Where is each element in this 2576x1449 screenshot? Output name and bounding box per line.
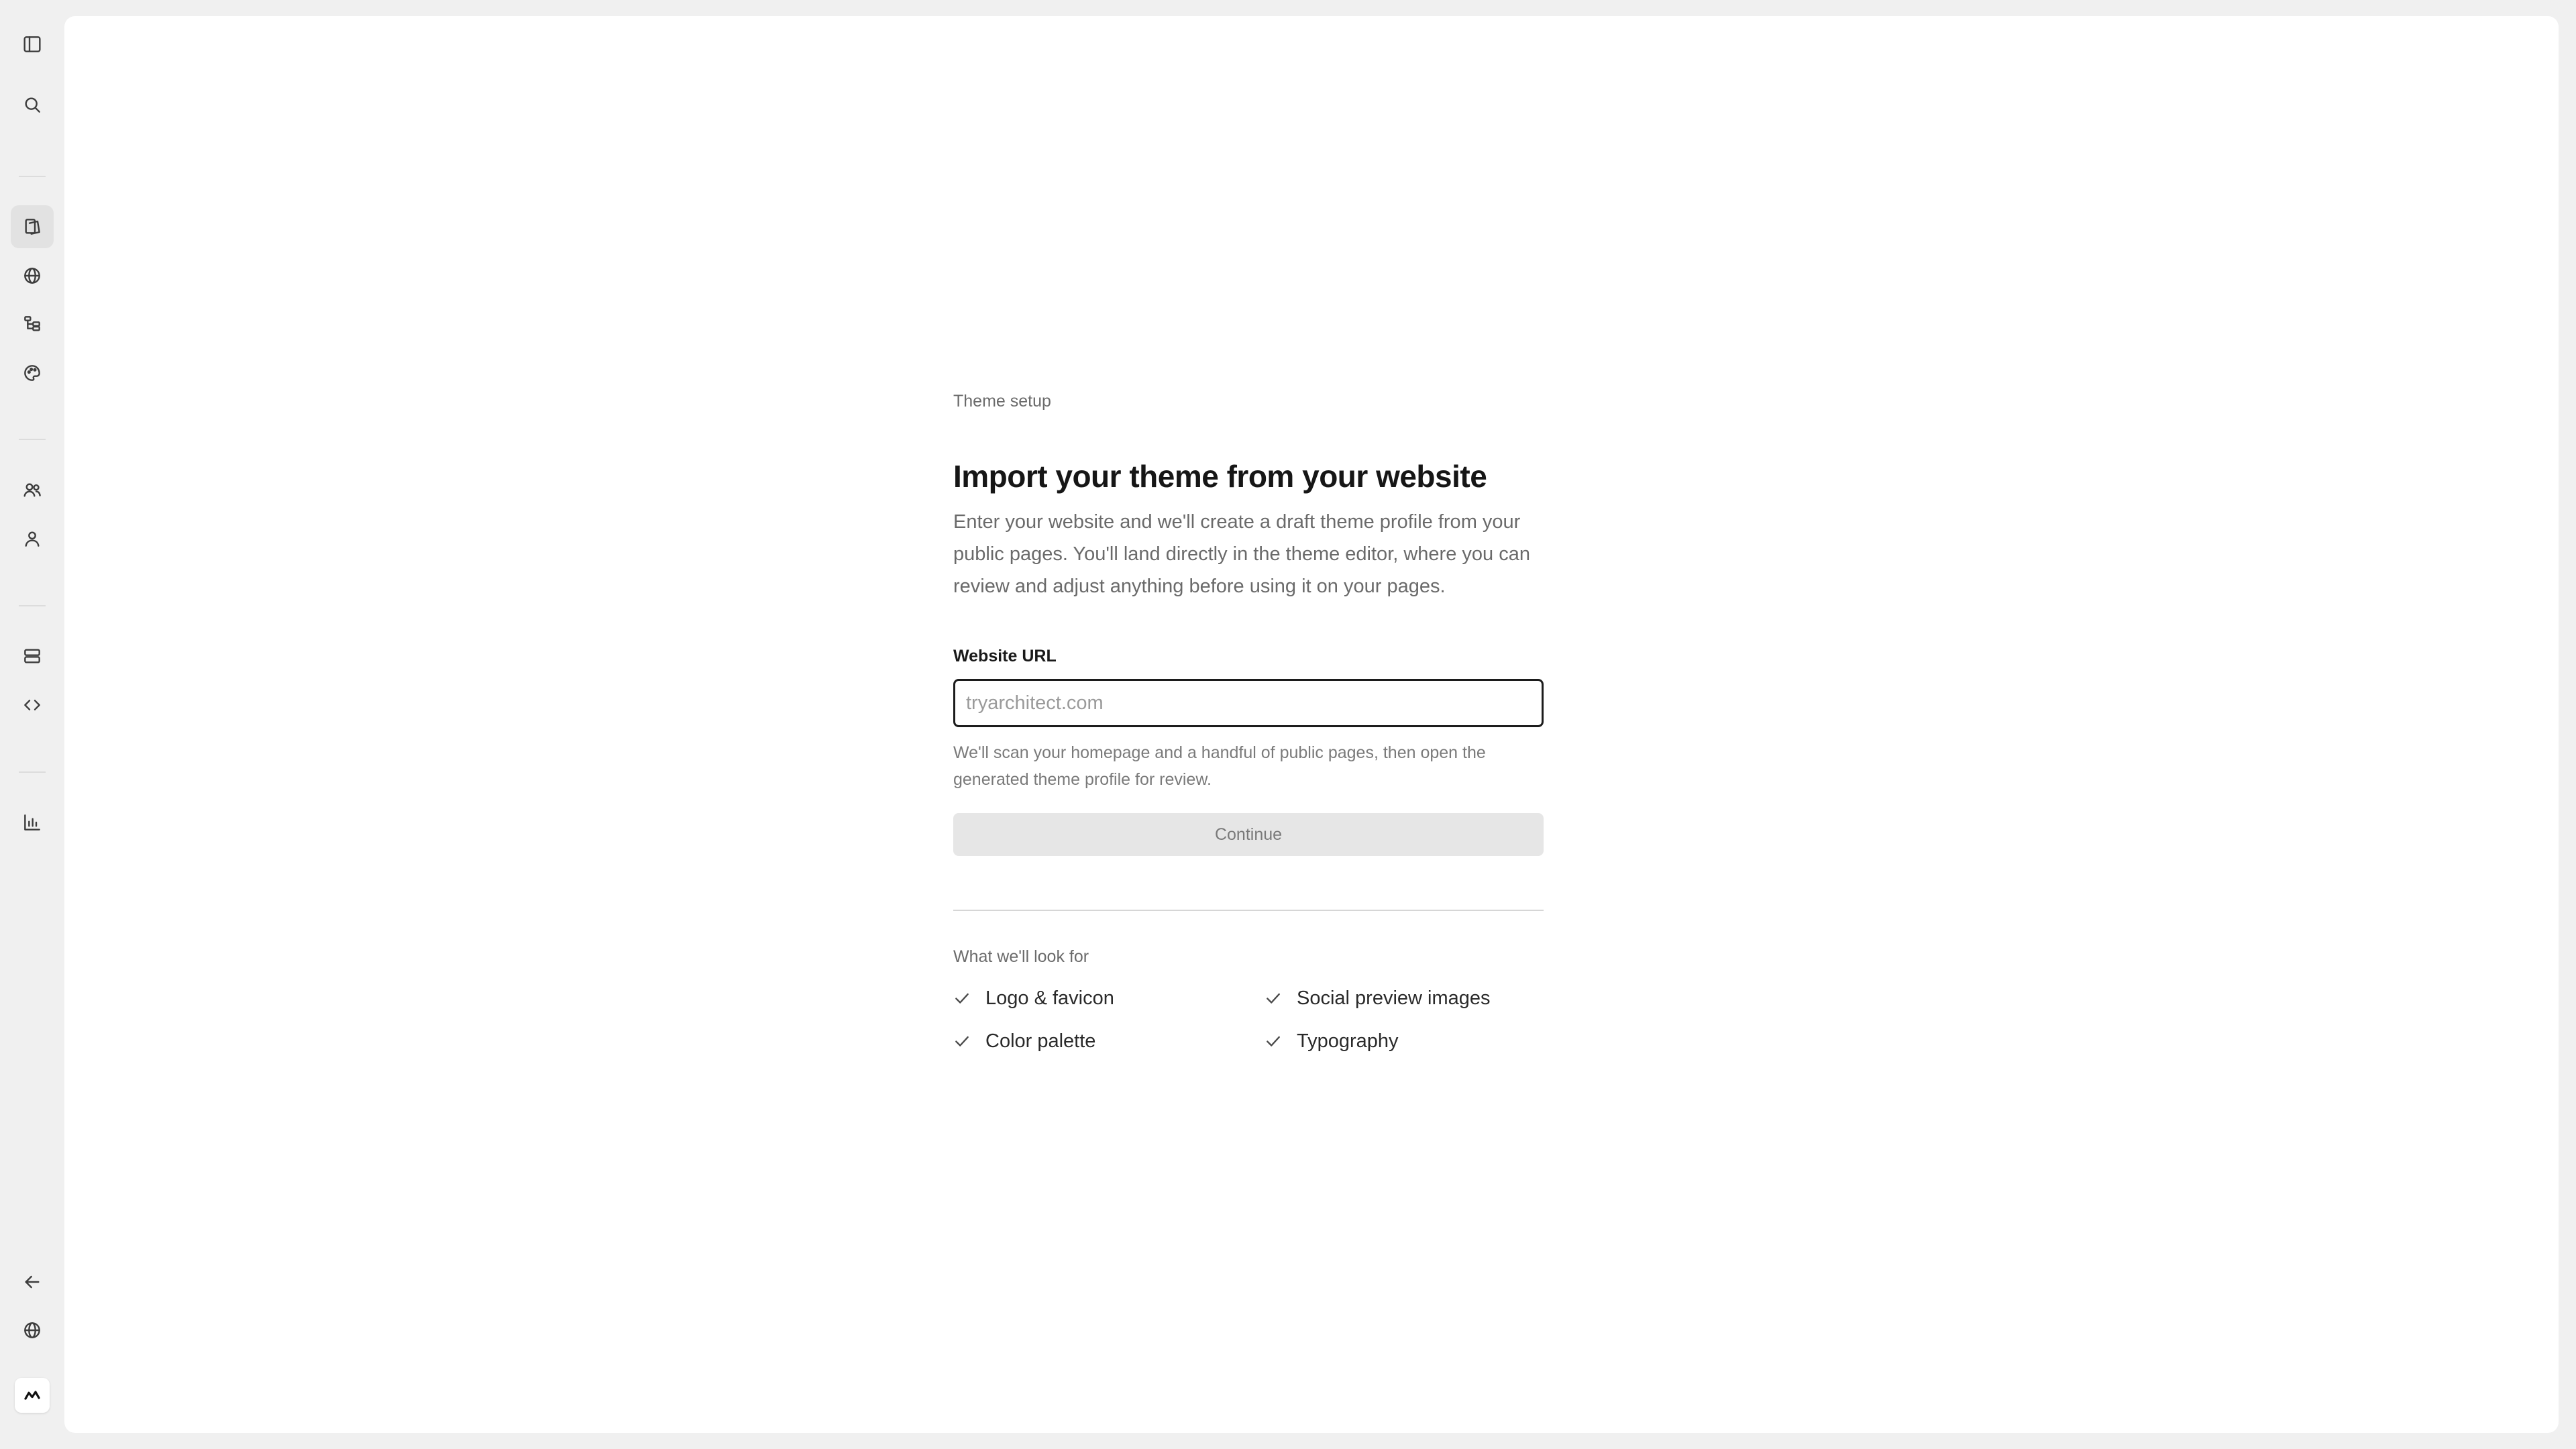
nav-theme[interactable]	[11, 352, 54, 394]
look-for-item-logo: Logo & favicon	[953, 986, 1265, 1010]
rail-divider	[19, 176, 46, 177]
back-button[interactable]	[11, 1260, 54, 1303]
page-eyebrow: Theme setup	[953, 392, 1051, 411]
users-icon	[23, 483, 41, 497]
look-for-item-social: Social preview images	[1265, 986, 1544, 1010]
sidebar-toggle-icon	[23, 36, 41, 52]
code-icon	[24, 700, 40, 710]
globe-icon	[24, 1322, 40, 1338]
nav-data[interactable]	[11, 635, 54, 678]
nav-account[interactable]	[11, 517, 54, 560]
look-for-item-label: Typography	[1297, 1030, 1399, 1052]
look-for-item-typography: Typography	[1265, 1029, 1544, 1053]
website-url-hint: We'll scan your homepage and a handful o…	[953, 743, 1486, 789]
search-button[interactable]	[11, 83, 54, 126]
nav-team[interactable]	[11, 468, 54, 511]
nav-code[interactable]	[11, 684, 54, 727]
sidebar-toggle-button[interactable]	[11, 23, 54, 66]
rail-divider	[19, 439, 46, 440]
app-logo-icon	[24, 1391, 40, 1400]
theme-setup-form: Theme setup Import your theme from your …	[953, 389, 1544, 1053]
palette-icon	[24, 365, 40, 381]
website-url-input[interactable]	[953, 679, 1544, 727]
search-icon	[25, 97, 40, 113]
check-icon	[955, 993, 969, 1004]
rail-divider	[19, 771, 46, 773]
database-icon	[24, 649, 40, 663]
page-description: Enter your website and we'll create a dr…	[953, 511, 1530, 597]
workspace-logo-button[interactable]	[15, 1378, 50, 1413]
arrow-left-icon	[25, 1275, 40, 1289]
check-icon	[955, 1036, 969, 1046]
check-icon	[1267, 1036, 1280, 1046]
sitemap-icon	[24, 316, 40, 331]
page-title: Import your theme from your website	[953, 459, 1487, 494]
look-for-item-label: Social preview images	[1297, 987, 1491, 1009]
rail-divider	[19, 605, 46, 606]
nav-analytics[interactable]	[11, 801, 54, 844]
look-for-item-label: Color palette	[985, 1030, 1096, 1052]
nav-sitemap[interactable]	[11, 303, 54, 345]
look-for-title: What we'll look for	[953, 947, 1089, 966]
look-for-item-label: Logo & favicon	[985, 987, 1114, 1009]
user-icon	[25, 531, 40, 547]
pages-icon	[25, 219, 40, 235]
look-for-item-colors: Color palette	[953, 1029, 1265, 1053]
globe-icon	[24, 268, 40, 284]
nav-sites[interactable]	[11, 254, 54, 297]
section-divider	[953, 910, 1544, 911]
sidebar-rail	[0, 0, 64, 1449]
view-site-button[interactable]	[11, 1309, 54, 1352]
chart-icon	[24, 814, 40, 830]
continue-button[interactable]: Continue	[953, 813, 1544, 856]
look-for-list: Logo & favicon Social preview images Col…	[953, 986, 1544, 1053]
check-icon	[1267, 993, 1280, 1004]
website-url-label: Website URL	[953, 647, 1057, 665]
nav-pages[interactable]	[11, 205, 54, 248]
